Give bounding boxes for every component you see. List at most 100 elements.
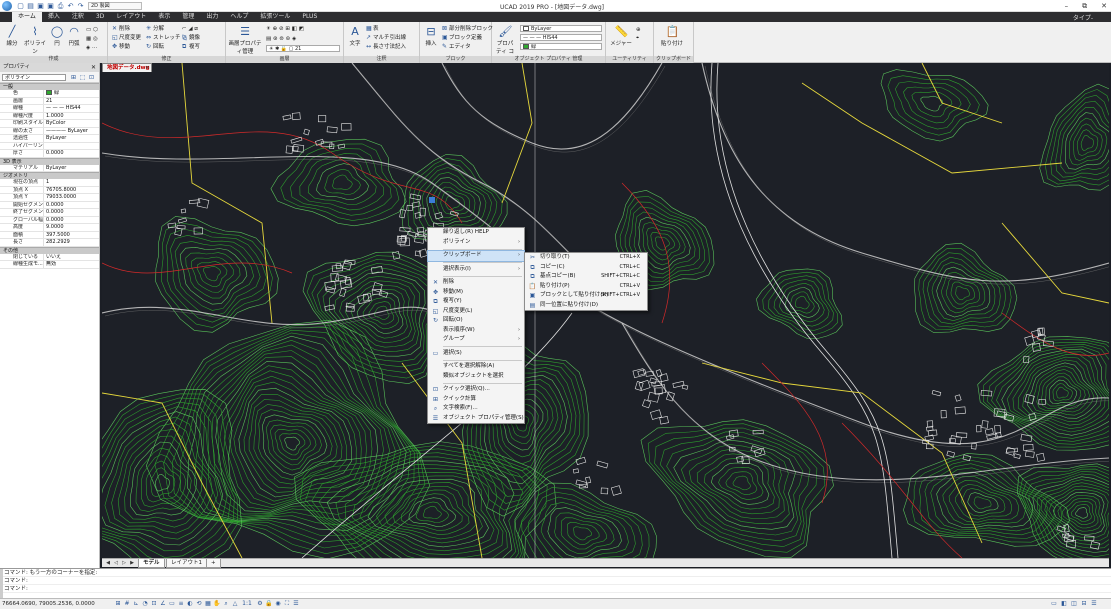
document-tab[interactable]: 地図データ.dwg × (102, 63, 152, 72)
command-input[interactable]: コマンド: (0, 585, 1111, 593)
property-value[interactable]: 1 (44, 179, 99, 186)
context-menu-item[interactable]: ✥ 移動(M) (428, 288, 524, 298)
otrack-icon[interactable]: ∠ (159, 600, 167, 608)
property-row[interactable]: 面積 397.5000 (0, 231, 99, 239)
tab-plus[interactable]: PLUS (296, 12, 323, 22)
property-row[interactable]: 開始セグメン...0.0000 (0, 201, 99, 209)
property-row[interactable]: 長さ 282.2929 (0, 239, 99, 247)
tab-extensions[interactable]: 拡張ツール (254, 12, 296, 22)
layer-dropdown[interactable]: ☀ ✱ 🔓 ▢ 21 (266, 45, 340, 52)
prev-tab-icon[interactable]: ◁ (112, 559, 120, 568)
line-button[interactable]: ╱ 線分 (3, 25, 21, 47)
layer-state-icon[interactable]: ▤ ⊛ ⊜ ⊚ ◈ (266, 35, 296, 43)
tab-view[interactable]: 表示 (152, 12, 176, 22)
erase-button[interactable]: ✕ 削除 (112, 25, 130, 33)
lock-icon[interactable]: 🔒 (265, 600, 273, 608)
annotation-icon[interactable]: ▦ (204, 600, 212, 608)
property-row[interactable]: 線種生成モ... 無効 (0, 261, 99, 269)
clipboard-menu-item[interactable]: ✂ 切り取り(T) CTRL+X (525, 253, 647, 263)
properties-title-bar[interactable]: プロパティ ✕ (0, 63, 99, 72)
scale-value[interactable]: 1:1 (240, 600, 254, 608)
copy-button[interactable]: ⧉ 複写 (182, 43, 200, 51)
property-value[interactable]: 緑 (44, 90, 99, 97)
context-menu-item[interactable]: ⊡ クイック選択(Q)... (428, 385, 524, 395)
property-value[interactable]: 76705.8000 (44, 187, 99, 194)
ortho-icon[interactable]: ⊾ (132, 600, 140, 608)
close-icon[interactable]: ✕ (1101, 0, 1107, 12)
tray-icon[interactable]: ▭ (1050, 600, 1058, 608)
clipboard-menu-item[interactable]: 📋 貼り付け(P) CTRL+V (525, 282, 647, 292)
tab-help[interactable]: ヘルプ (224, 12, 254, 22)
hatch-icon[interactable]: ▦ ◎ (86, 35, 98, 43)
redo-icon[interactable]: ↷ (76, 1, 85, 11)
toggle-pickadd-icon[interactable]: ⊞ (70, 74, 77, 81)
explode-button[interactable]: ✳ 分解 (146, 25, 164, 33)
block-define-button[interactable]: ▣ブロック定義 (442, 34, 482, 42)
save-icon[interactable]: ▣ (36, 1, 45, 11)
property-value[interactable]: ByLayer (44, 135, 99, 142)
customize-icon[interactable]: ☰ (292, 600, 300, 608)
property-section-header[interactable]: その他 (0, 246, 99, 254)
grid-icon[interactable]: # (123, 600, 131, 608)
property-row[interactable]: 印刷スタイル ByColor (0, 120, 99, 128)
property-value[interactable]: いいえ (44, 254, 99, 261)
new-file-icon[interactable]: ▢ (16, 1, 25, 11)
context-menu-item[interactable]: すべてを選択解除(A) (428, 362, 524, 372)
property-row[interactable]: 線種 — — — HIS44 (0, 105, 99, 113)
property-value[interactable]: 397.5000 (44, 232, 99, 239)
tab-insert[interactable]: 挿入 (42, 12, 66, 22)
context-menu-item[interactable]: 類似オブジェクトを選択 (428, 372, 524, 382)
property-value[interactable]: ByLayer (44, 165, 99, 172)
property-row[interactable]: 線の太さ ———— ByLayer (0, 127, 99, 135)
tab-home[interactable]: ホーム (12, 12, 42, 22)
context-menu-item[interactable]: 選択表示(I) › (428, 265, 524, 275)
lineweight-dropdown[interactable]: 緑 (520, 43, 602, 50)
context-menu-item[interactable]: 表示順序(W) › (428, 326, 524, 336)
property-value[interactable]: ———— ByLayer (44, 128, 99, 135)
context-menu-item[interactable]: ☰ オブジェクト プロパティ管理(S) (428, 414, 524, 424)
workspace-dropdown[interactable]: 2D 製図 (88, 2, 142, 10)
open-file-icon[interactable]: ▤ (26, 1, 35, 11)
fillet-icon[interactable]: ⌐ ◢ ⧄ (182, 25, 198, 33)
tray-icon[interactable]: ⊟ (1080, 600, 1088, 608)
linetype-dropdown[interactable]: — — — HIS44 (520, 34, 602, 41)
clipboard-menu-item[interactable]: ▣ ブロックとして貼り付け(K) SHIFT+CTRL+V (525, 291, 647, 301)
region-icon[interactable]: ◈ ⋯ (86, 44, 97, 52)
property-row[interactable]: 画層 21 (0, 97, 99, 105)
tray-icon[interactable]: ◫ (1070, 600, 1078, 608)
close-icon[interactable]: ✕ (91, 63, 96, 72)
context-menu-item[interactable]: ⧉ 複写(Y) (428, 297, 524, 307)
block-clip-button[interactable]: ⊠ 部分削除ブロック (442, 25, 493, 33)
insert-block-button[interactable]: ⊟ 挿入 (423, 25, 439, 47)
last-tab-icon[interactable]: ▶ (128, 559, 136, 568)
tab-annotate[interactable]: 注釈 (66, 12, 90, 22)
tab-manage[interactable]: 管理 (176, 12, 200, 22)
tab-3d[interactable]: 3D (90, 12, 110, 22)
fullscreen-icon[interactable]: ⛶ (283, 600, 291, 608)
selection-cycling-icon[interactable]: ⟲ (195, 600, 203, 608)
undo-icon[interactable]: ↶ (66, 1, 75, 11)
context-menu-item[interactable]: ▭ 選択(S) (428, 349, 524, 359)
property-row[interactable]: グローバル幅 0.0000 (0, 216, 99, 224)
property-value[interactable]: 0.0000 (44, 202, 99, 209)
context-menu-item[interactable]: ◱ 尺度変更(L) (428, 307, 524, 317)
polar-icon[interactable]: ◔ (141, 600, 149, 608)
circle-button[interactable]: ◯ 円 (50, 25, 64, 47)
isolate-icon[interactable]: ◉ (274, 600, 282, 608)
property-value[interactable]: ByColor (44, 120, 99, 127)
clipboard-menu-item[interactable]: ⧉ コピー(C) CTRL+C (525, 263, 647, 273)
property-value[interactable]: 79033.0000 (44, 194, 99, 201)
property-value[interactable] (44, 143, 99, 150)
rotate-button[interactable]: ↻ 回転 (146, 43, 164, 51)
table-button[interactable]: ▦表 (366, 25, 379, 33)
mleader-button[interactable]: ↗ マルチ引出線 (366, 34, 406, 42)
polyline-button[interactable]: ⌇ ポリライン (22, 25, 48, 55)
search-type-label[interactable]: タイプ- (1073, 13, 1093, 22)
workspace-icon[interactable]: ⚙ (256, 600, 264, 608)
command-line-grip[interactable] (0, 569, 3, 599)
pan-icon[interactable]: ✋ (213, 600, 221, 608)
tab-model[interactable]: モデル (138, 559, 165, 568)
dyn-icon[interactable]: ▭ (168, 600, 176, 608)
context-menu-item[interactable]: ⊞ クイック計算 (428, 395, 524, 405)
tab-layout[interactable]: レイアウト (110, 12, 152, 22)
